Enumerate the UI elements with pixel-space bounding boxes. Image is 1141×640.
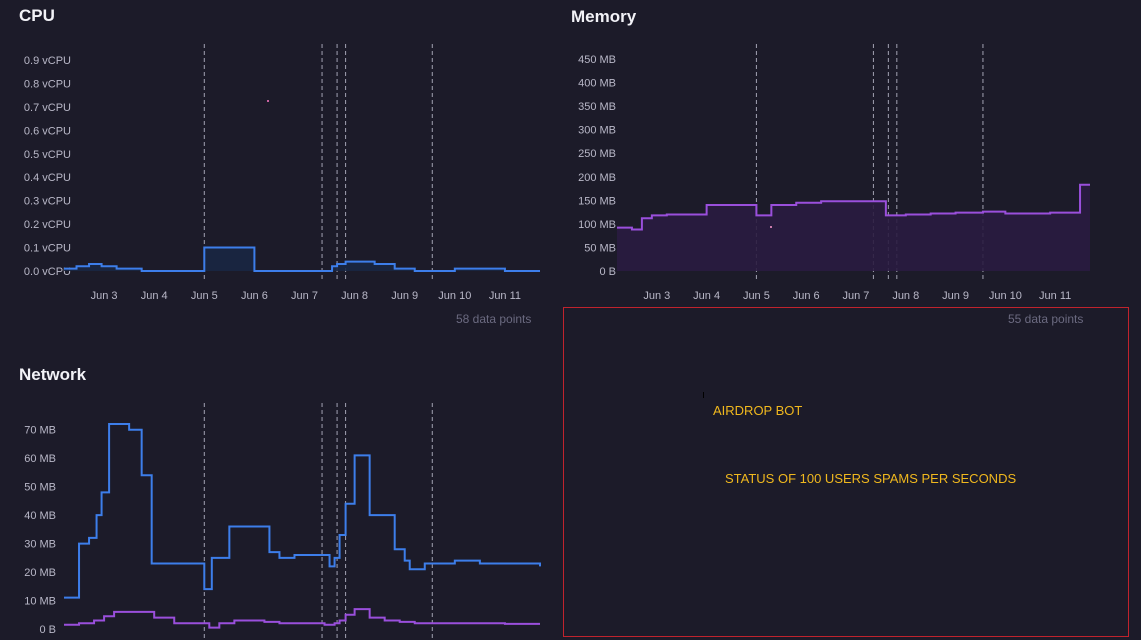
- network-ytick-label: 40 MB: [24, 510, 56, 522]
- network-ytick-label: 0 B: [39, 624, 56, 636]
- text-cursor: [703, 392, 704, 398]
- network-ytick-label: 60 MB: [24, 453, 56, 465]
- annotation-status: STATUS OF 100 USERS SPAMS PER SECONDS: [725, 471, 1017, 486]
- annotation-airdrop-bot: AIRDROP BOT: [713, 403, 803, 418]
- stray-dot: [770, 226, 772, 228]
- network-ytick-label: 70 MB: [24, 425, 56, 437]
- network-ytick-label: 20 MB: [24, 567, 56, 579]
- stray-dot: [267, 100, 269, 102]
- network-ytick-label: 50 MB: [24, 482, 56, 494]
- network-ytick-label: 30 MB: [24, 539, 56, 551]
- network-series-line-0: [64, 423, 541, 599]
- network-ytick-label: 10 MB: [24, 596, 56, 608]
- network-series-line-1: [64, 608, 540, 629]
